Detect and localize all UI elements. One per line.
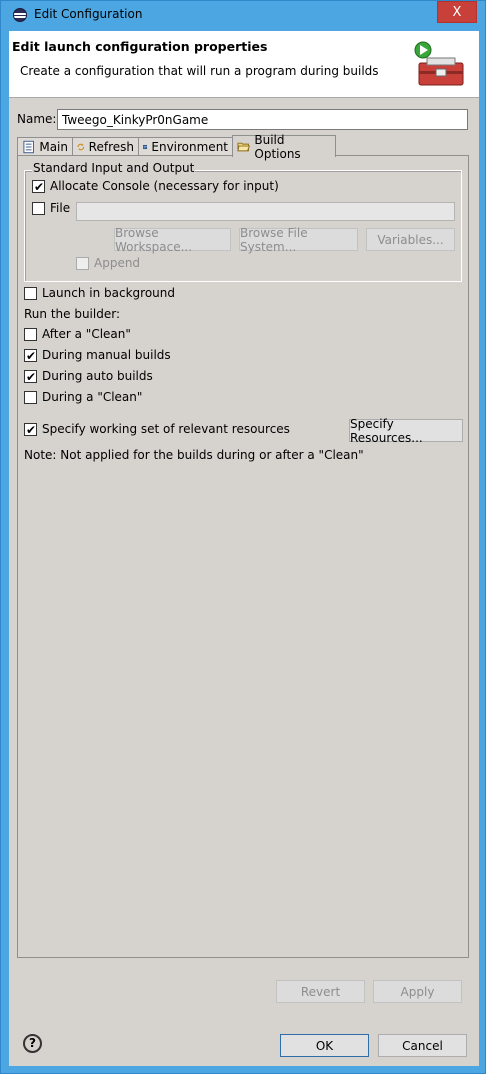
- allocate-console-box[interactable]: ✔: [32, 179, 45, 194]
- manual-builds-checkbox[interactable]: ✔ During manual builds: [24, 348, 171, 362]
- browse-file-system-button[interactable]: Browse File System...: [239, 226, 358, 254]
- refresh-icon: [77, 143, 85, 151]
- tab-build-options[interactable]: Build Options: [232, 133, 336, 161]
- title-bar[interactable]: Edit Configuration X: [1, 1, 485, 29]
- working-set-label: Specify working set of relevant resource…: [42, 422, 290, 436]
- edit-configuration-window: Edit Configuration X Edit launch configu…: [0, 0, 486, 1074]
- working-set-note: Note: Not applied for the builds during …: [24, 448, 364, 462]
- launch-background-box[interactable]: [24, 286, 37, 300]
- document-icon: [23, 140, 34, 154]
- working-set-checkbox[interactable]: ✔ Specify working set of relevant resour…: [24, 422, 290, 436]
- toolbox-icon: [414, 41, 464, 86]
- file-box[interactable]: [32, 201, 45, 215]
- during-clean-label: During a "Clean": [42, 390, 143, 404]
- allocate-console-label: Allocate Console (necessary for input): [50, 179, 279, 193]
- append-checkbox[interactable]: Append: [76, 256, 140, 270]
- launch-background-label: Launch in background: [42, 286, 175, 300]
- tab-main-label: Main: [39, 140, 68, 154]
- build-options-panel: Standard Input and Output ✔ Allocate Con…: [17, 155, 469, 958]
- after-clean-checkbox[interactable]: After a "Clean": [24, 327, 131, 341]
- launch-background-checkbox[interactable]: Launch in background: [24, 286, 175, 300]
- auto-builds-box[interactable]: ✔: [24, 369, 37, 384]
- append-label: Append: [94, 256, 141, 270]
- tab-main[interactable]: Main: [17, 137, 73, 156]
- revert-button[interactable]: Revert: [276, 980, 365, 1003]
- close-button[interactable]: X: [437, 1, 477, 23]
- standard-io-group-label: Standard Input and Output: [32, 161, 196, 175]
- help-icon[interactable]: ?: [23, 1034, 42, 1053]
- tab-refresh-label: Refresh: [88, 140, 134, 154]
- header-title: Edit launch configuration properties: [12, 39, 268, 54]
- specify-resources-button[interactable]: Specify Resources...: [349, 417, 463, 445]
- allocate-console-checkbox[interactable]: ✔ Allocate Console (necessary for input): [32, 179, 279, 193]
- name-input[interactable]: [57, 109, 468, 130]
- tab-refresh[interactable]: Refresh: [72, 137, 139, 156]
- working-set-box[interactable]: ✔: [24, 422, 37, 437]
- name-label: Name:: [17, 112, 57, 126]
- file-checkbox[interactable]: File: [32, 201, 70, 215]
- browse-workspace-button[interactable]: Browse Workspace...: [114, 226, 231, 254]
- file-path-input[interactable]: [76, 202, 455, 221]
- checkmark-icon: ✔: [26, 422, 37, 437]
- append-box[interactable]: [76, 256, 89, 270]
- apply-button[interactable]: Apply: [373, 980, 462, 1003]
- after-clean-box[interactable]: [24, 327, 37, 341]
- auto-builds-checkbox[interactable]: ✔ During auto builds: [24, 369, 153, 383]
- tab-environment-label: Environment: [151, 140, 228, 154]
- during-clean-box[interactable]: [24, 390, 37, 404]
- run-builder-label: Run the builder:: [24, 307, 120, 321]
- ok-button[interactable]: OK: [280, 1034, 369, 1057]
- window-title: Edit Configuration: [34, 7, 143, 21]
- manual-builds-label: During manual builds: [42, 348, 171, 362]
- environment-icon: [143, 144, 148, 150]
- header-description: Create a configuration that will run a p…: [20, 64, 379, 78]
- checkmark-icon: ✔: [34, 179, 45, 194]
- cancel-button[interactable]: Cancel: [378, 1034, 467, 1057]
- folder-open-icon: [237, 142, 251, 151]
- eclipse-app-icon: [13, 8, 27, 22]
- variables-button[interactable]: Variables...: [366, 228, 455, 251]
- dialog-content: Name: Main Refresh Environment Build Opt…: [9, 98, 479, 1066]
- checkmark-icon: ✔: [26, 348, 37, 363]
- tab-environment[interactable]: Environment: [138, 137, 233, 156]
- dialog-header: Edit launch configuration properties Cre…: [9, 31, 479, 98]
- auto-builds-label: During auto builds: [42, 369, 153, 383]
- tab-build-options-label: Build Options: [254, 132, 301, 161]
- checkmark-icon: ✔: [26, 369, 37, 384]
- after-clean-label: After a "Clean": [42, 327, 131, 341]
- file-label: File: [50, 201, 71, 215]
- manual-builds-box[interactable]: ✔: [24, 348, 37, 363]
- during-clean-checkbox[interactable]: During a "Clean": [24, 390, 142, 404]
